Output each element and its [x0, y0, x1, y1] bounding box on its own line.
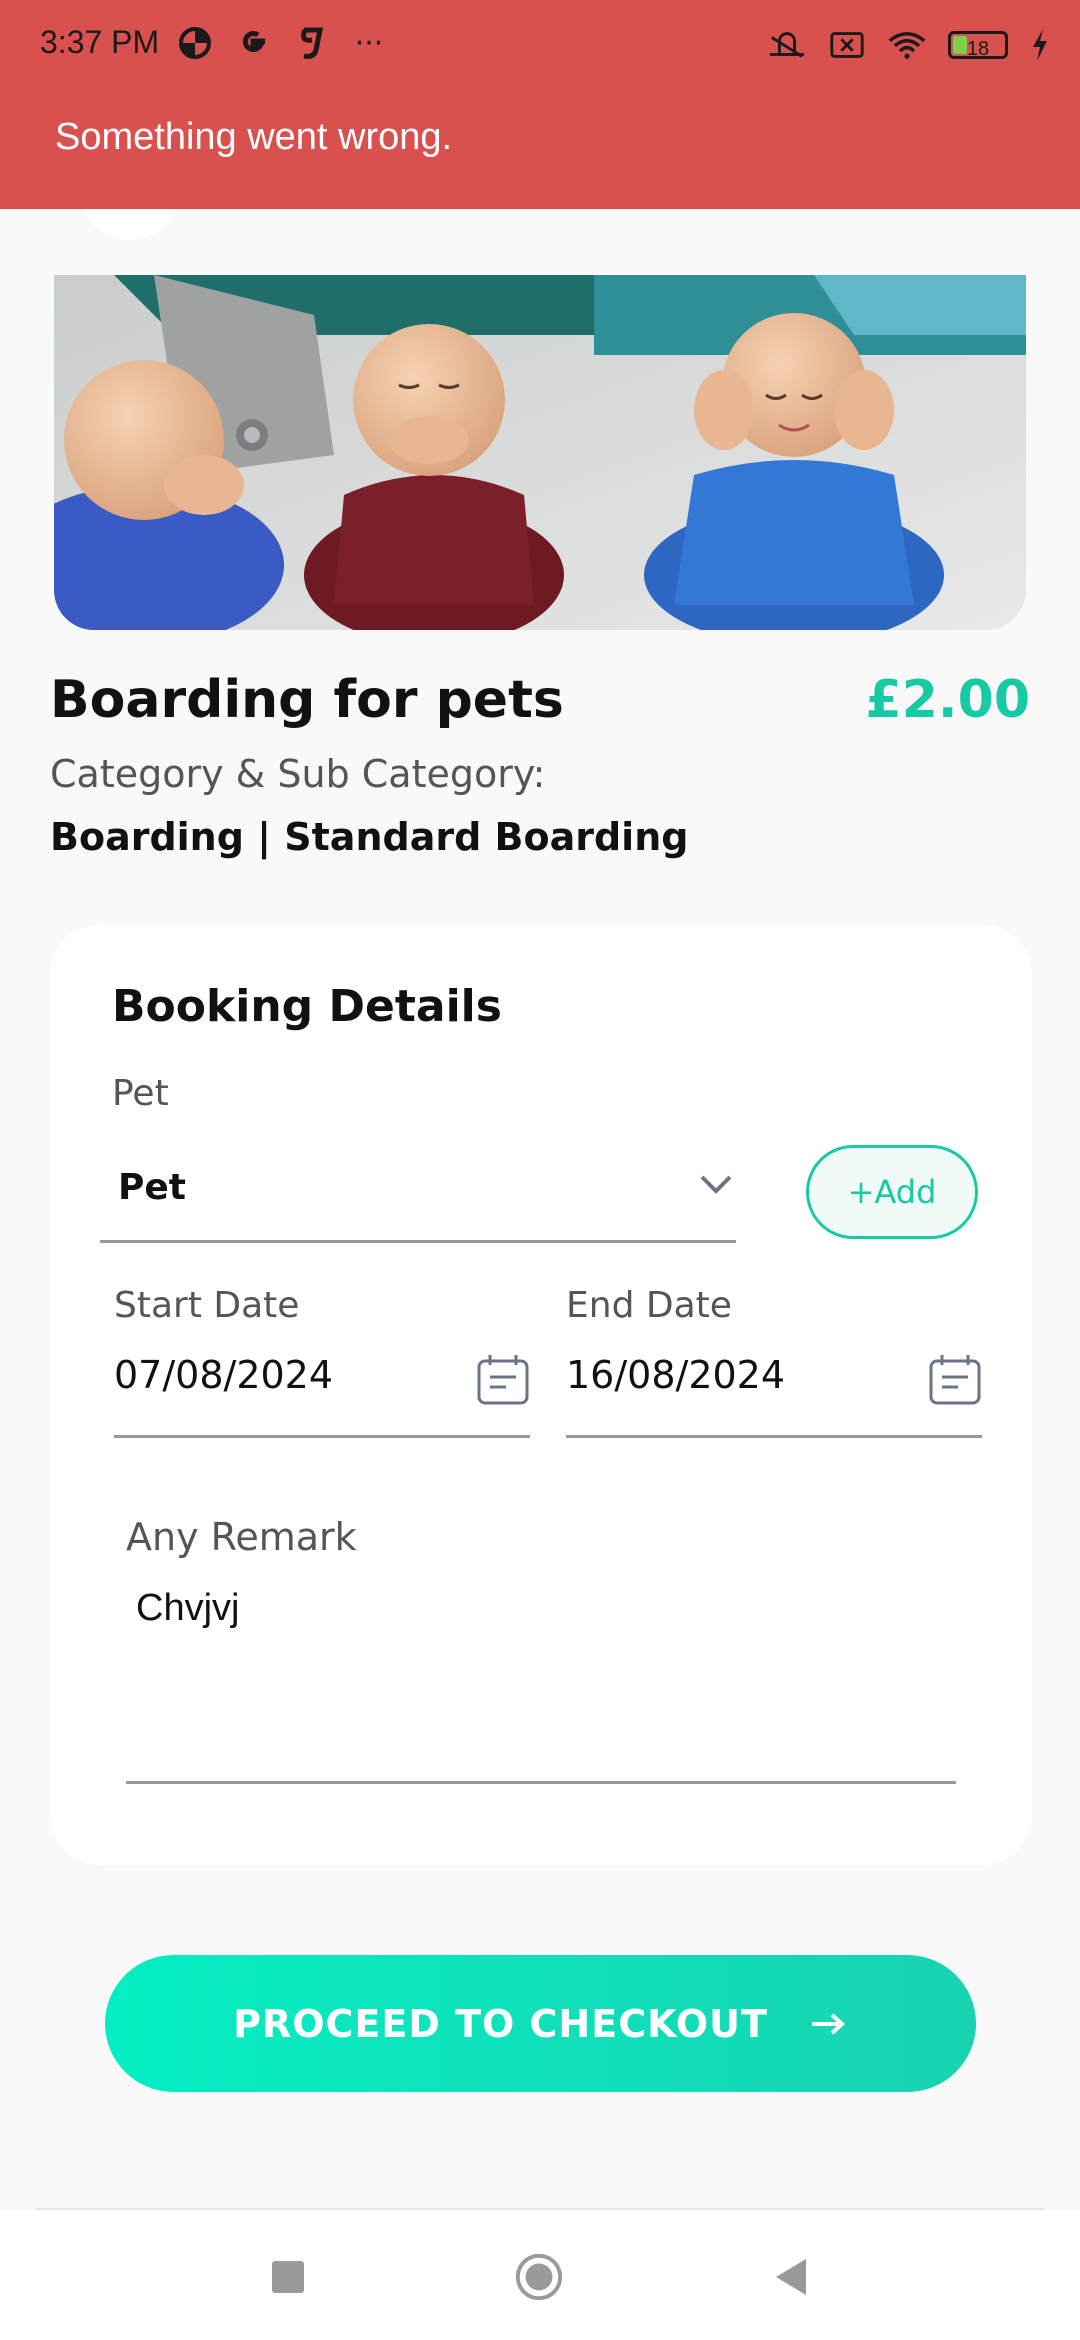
booking-details-card: Booking Details Pet Pet +Add Start Date … [50, 925, 1032, 1865]
pet-label: Pet [112, 1073, 169, 1114]
start-date-field[interactable]: Start Date 07/08/2024 [114, 1285, 530, 1438]
chevron-down-icon [696, 1165, 736, 1205]
add-pet-button[interactable]: +Add [806, 1145, 978, 1239]
start-date-value: 07/08/2024 [114, 1353, 334, 1397]
navigation-bar [0, 2210, 1080, 2340]
sim-off-icon [828, 26, 866, 64]
pie-icon [176, 24, 214, 62]
remark-value: Chvjvj [136, 1587, 240, 1629]
arrow-right-icon [808, 2009, 848, 2039]
proceed-to-checkout-button[interactable]: PROCEED TO CHECKOUT [105, 1955, 976, 2092]
service-title: Boarding for pets [50, 670, 564, 730]
battery-icon: 18 [948, 31, 1008, 60]
error-message: Something went wrong. [55, 116, 453, 158]
service-image [54, 275, 1026, 630]
more-icon: ··· [354, 25, 384, 61]
status-time: 3:37 PM [40, 24, 160, 60]
remark-input[interactable]: Chvjvj [126, 1565, 956, 1784]
remark-label: Any Remark [126, 1515, 357, 1559]
calendar-icon[interactable] [476, 1353, 530, 1407]
wifi-icon [888, 26, 926, 64]
start-date-label: Start Date [114, 1285, 300, 1326]
recents-icon[interactable] [263, 2252, 313, 2302]
g-icon [292, 24, 330, 62]
checkout-label: PROCEED TO CHECKOUT [233, 2001, 768, 2046]
error-banner: 3:37 PM ··· 18 Something went wrong. [0, 0, 1080, 209]
mute-icon [768, 26, 806, 64]
end-date-label: End Date [566, 1285, 732, 1326]
pet-selected-value: Pet [118, 1167, 187, 1208]
battery-level: 18 [966, 38, 990, 60]
back-icon[interactable] [765, 2252, 815, 2302]
status-bar: 3:37 PM ··· 18 [0, 0, 1080, 96]
category-value: Boarding | Standard Boarding [50, 815, 689, 859]
charging-icon [1030, 26, 1050, 64]
end-date-field[interactable]: End Date 16/08/2024 [566, 1285, 982, 1438]
pet-dropdown[interactable]: Pet [100, 1135, 736, 1243]
end-date-value: 16/08/2024 [566, 1353, 786, 1397]
home-icon[interactable] [514, 2252, 564, 2302]
calendar-icon[interactable] [928, 1353, 982, 1407]
google-icon [234, 24, 272, 62]
category-label: Category & Sub Category: [50, 752, 546, 796]
booking-details-title: Booking Details [112, 981, 502, 1032]
service-price: £2.00 [865, 670, 1030, 730]
